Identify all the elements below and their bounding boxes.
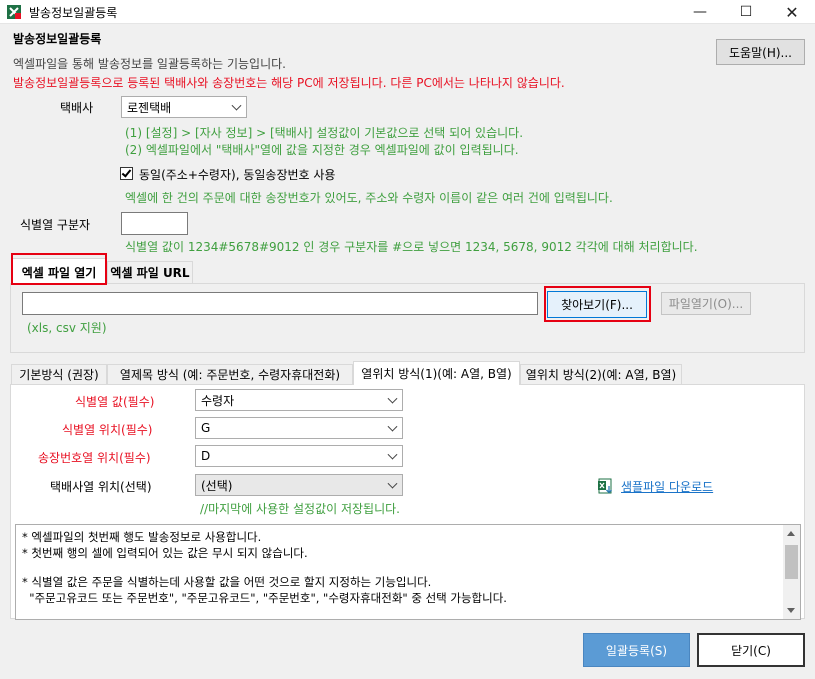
minimize-button[interactable]: — [677,0,723,24]
open-file-button[interactable]: 파일열기(O)... [661,292,751,315]
same-invoice-checkbox[interactable] [120,167,133,180]
file-path-input[interactable] [22,292,538,315]
chevron-down-icon [387,449,398,460]
checkmark-icon [121,167,132,178]
tab-column-mode-2[interactable]: 열위치 방식(2)(예: A열, B열) [520,364,682,384]
excel-download-icon[interactable] [598,478,614,494]
note-line-1: * 엑셀파일의 첫번째 행도 발송정보로 사용합니다. [22,530,262,544]
tab-basic-mode[interactable]: 기본방식 (권장) [11,364,107,384]
courier-hint-1: (1) [설정] > [자사 정보] > [택배사] 설정값이 기본값으로 선택… [125,126,524,140]
courier-select[interactable]: 로젠택배 [121,96,247,118]
page-title: 발송정보일괄등록 [13,32,102,46]
courier-pos-value: (선택) [201,478,233,493]
scroll-thumb[interactable] [785,545,798,579]
notes-textarea[interactable]: * 엑셀파일의 첫번째 행도 발송정보로 사용합니다. * 첫번째 행의 셀에 … [15,524,801,620]
chevron-down-icon [387,478,398,489]
window-title: 발송정보일괄등록 [29,6,118,20]
courier-pos-select[interactable]: (선택) [195,474,403,496]
same-invoice-hint: 엑셀에 한 건의 주문에 대한 송장번호가 있어도, 주소와 수령자 이름이 같… [125,191,613,205]
close-icon: ✕ [785,2,799,22]
courier-value: 로젠택배 [127,100,172,115]
note-line-2: * 첫번째 행의 셀에 입력되어 있는 값은 무시 되지 않습니다. [22,546,308,560]
id-pos-select[interactable]: G [195,417,403,439]
page-description: 엑셀파일을 통해 발송정보를 일괄등록하는 기능입니다. [13,57,286,71]
chevron-down-icon [387,393,398,404]
separator-input[interactable] [121,212,188,235]
note-line-4: "주문고유코드 또는 주문번호", "주문고유코드", "주문번호", "수령자… [22,591,507,605]
chevron-down-icon [387,421,398,432]
courier-hint-2: (2) 엑셀파일에서 "택배사"열에 값을 지정한 경우 엑셀파일에 값이 입력… [125,143,519,157]
same-invoice-label: 동일(주소+수령자), 동일송장번호 사용 [139,168,336,182]
id-value-select[interactable]: 수령자 [195,389,403,411]
scroll-up-icon[interactable] [787,531,795,536]
highlight-browse [544,286,651,322]
submit-button[interactable]: 일괄등록(S) [583,633,690,667]
tab-header-mode[interactable]: 열제목 방식 (예: 주문번호, 수령자휴대전화) [107,364,353,384]
invoice-pos-value: D [201,449,211,463]
notes-scrollbar[interactable] [783,525,800,619]
scroll-down-icon[interactable] [787,608,795,613]
highlight-tab-open [11,253,107,285]
title-bar: 발송정보일괄등록 — ☐ ✕ [0,0,815,24]
minimize-icon: — [693,4,707,20]
invoice-pos-select[interactable]: D [195,445,403,467]
storage-warning: 발송정보일괄등록으로 등록된 택배사와 송장번호는 해당 PC에 저장됩니다. … [13,76,565,90]
tab-excel-url[interactable]: 엑셀 파일 URL [107,261,193,283]
supported-formats: (xls, csv 지원) [27,321,107,335]
maximize-button[interactable]: ☐ [723,0,769,24]
invoice-pos-label: 송장번호열 위치(필수) [38,451,151,465]
help-button[interactable]: 도움말(H)... [716,39,805,65]
tab-column-mode-1[interactable]: 열위치 방식(1)(예: A열, B열) [353,361,520,385]
maximize-icon: ☐ [739,4,753,20]
separator-label: 식별열 구분자 [20,218,91,232]
saved-settings-note: //마지막에 사용한 설정값이 저장됩니다. [200,502,400,516]
excel-app-icon [7,5,21,19]
close-window-button[interactable]: ✕ [769,0,815,24]
courier-label: 택배사 [60,101,94,115]
separator-hint: 식별열 값이 1234#5678#9012 인 경우 구분자를 #으로 넣으면 … [125,240,698,254]
chevron-down-icon [231,100,242,111]
courier-pos-label: 택배사열 위치(선택) [50,480,152,494]
id-pos-value: G [201,421,211,435]
id-value: 수령자 [201,393,235,408]
id-pos-label: 식별열 위치(필수) [62,423,153,437]
sample-file-download-link[interactable]: 샘플파일 다운로드 [621,478,713,495]
close-button[interactable]: 닫기(C) [697,633,805,667]
note-line-3: * 식별열 값은 주문을 식별하는데 사용할 값을 어떤 것으로 할지 지정하는… [22,575,432,589]
id-value-label: 식별열 값(필수) [75,395,155,409]
